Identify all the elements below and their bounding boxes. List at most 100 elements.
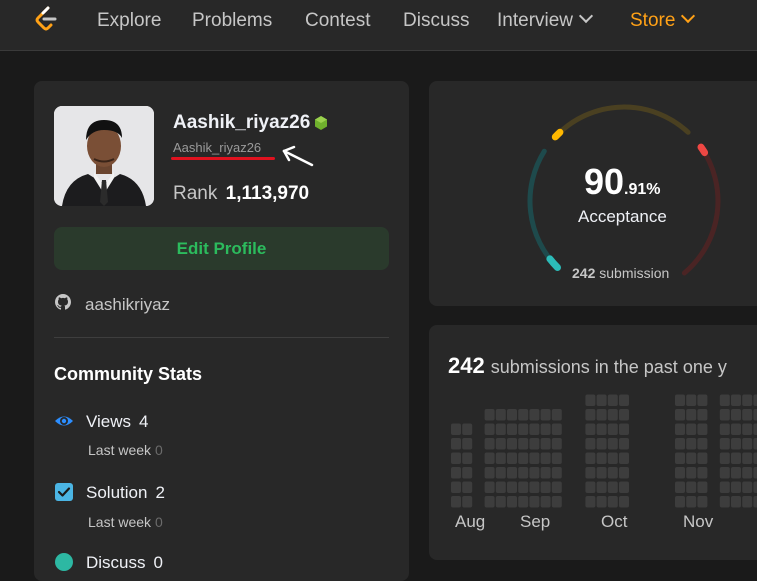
heatmap-cell [495, 481, 506, 493]
heatmap-cell [619, 423, 629, 435]
heatmap-cell [607, 467, 618, 479]
heatmap-cell [585, 467, 596, 479]
heatmap-cell [675, 409, 685, 421]
user-handle: Aashik_riyaz26 [173, 140, 262, 155]
solution-last-week-value: 0 [155, 514, 163, 530]
heatmap-cell [753, 423, 757, 435]
heatmap-cell [697, 467, 708, 479]
heatmap-cell [540, 467, 551, 479]
heatmap-cell [596, 452, 607, 464]
heatmap-cell [697, 438, 708, 450]
nav-store-label: Store [630, 10, 676, 31]
nav-problems[interactable]: Problems [192, 10, 272, 32]
heatmap-cell [686, 394, 697, 406]
gauge-medium-marker [551, 128, 564, 141]
heatmap-cell [551, 467, 562, 479]
heatmap-cell [619, 452, 629, 464]
avatar-photo [54, 106, 154, 206]
heatmap-cell [742, 467, 753, 479]
gauge-hard-marker [697, 143, 709, 157]
heatmap-cell [518, 496, 529, 508]
submission-count-label: submission [599, 265, 670, 281]
heatmap-cell [462, 496, 473, 508]
heatmap-cell [596, 467, 607, 479]
heatmap-cell [585, 438, 596, 450]
heatmap-cell [675, 394, 685, 406]
nav-interview[interactable]: Interview [497, 8, 594, 32]
discuss-stat: Discuss 0 [86, 553, 163, 573]
heatmap-cell [719, 394, 730, 406]
heatmap-cell [697, 423, 708, 435]
heatmap-cell [507, 496, 517, 508]
community-stats-title: Community Stats [54, 364, 203, 384]
heatmap-cell [686, 423, 697, 435]
heatmap-cell [753, 452, 757, 464]
heatmap-cell [607, 409, 618, 421]
heatmap-cell [607, 394, 618, 406]
heatmap-cell [495, 467, 506, 479]
heatmap-cell [719, 423, 730, 435]
heatmap-cell [742, 394, 753, 406]
heatmap-cell [596, 409, 607, 421]
heatmap-cell [529, 438, 540, 450]
acceptance-card: 90.91% Acceptance 242 submission [429, 81, 757, 306]
heatmap-cell [596, 496, 607, 508]
acceptance-label: Acceptance [578, 207, 667, 226]
heatmap-cell [451, 496, 461, 508]
heatmap-cell [495, 423, 506, 435]
red-underline-annotation [171, 157, 275, 160]
submission-count-value: 242 [572, 265, 596, 281]
heatmap-cell [742, 496, 753, 508]
heatmap-cell [495, 409, 506, 421]
heatmap-cell [451, 438, 461, 450]
heatmap-cell [607, 438, 618, 450]
chevron-down-icon [681, 8, 696, 24]
avatar[interactable] [54, 106, 154, 206]
heatmap-cell [585, 452, 596, 464]
checkbox-icon [55, 483, 73, 501]
nav-discuss[interactable]: Discuss [403, 10, 470, 32]
badge-icon[interactable] [313, 115, 329, 131]
leetcode-logo-icon[interactable] [33, 6, 59, 32]
heatmap-cell [518, 481, 529, 493]
heatmap-cell [540, 423, 551, 435]
heatmap-cell [540, 409, 551, 421]
eye-icon [55, 416, 73, 426]
heatmap-cell [731, 423, 741, 435]
heatmap-cell [619, 467, 629, 479]
heatmap-cell [753, 496, 757, 508]
heatmap-cell [742, 423, 753, 435]
nav-contest[interactable]: Contest [305, 10, 370, 32]
views-last-week-label: Last week [88, 442, 152, 458]
solution-value: 2 [155, 483, 165, 502]
nav-store[interactable]: Store [630, 8, 696, 32]
heatmap-cell [451, 423, 461, 435]
heatmap-cell [675, 438, 685, 450]
heatmap-cell [619, 438, 629, 450]
heatmap-cell [697, 452, 708, 464]
top-nav: Explore Problems Contest Discuss Intervi… [0, 0, 757, 51]
views-last-week-value: 0 [155, 442, 163, 458]
heatmap-cell [540, 452, 551, 464]
heatmap-cell [518, 438, 529, 450]
heatmap-cell [585, 409, 596, 421]
heatmap-cell [484, 467, 495, 479]
acceptance-dec: .91% [624, 181, 661, 198]
heatmap-cell [540, 481, 551, 493]
heatmap-cell [596, 481, 607, 493]
solution-stat: Solution 2 [86, 483, 165, 503]
github-icon [55, 294, 71, 310]
heatmap-cell [529, 452, 540, 464]
edit-profile-button[interactable]: Edit Profile [54, 227, 389, 270]
heatmap-cell [619, 409, 629, 421]
divider [54, 337, 389, 338]
month-sep: Sep [520, 512, 551, 531]
heatmap-cell [731, 452, 741, 464]
heatmap-cell [753, 438, 757, 450]
acceptance-percent: 90.91% [584, 161, 661, 203]
nav-explore[interactable]: Explore [97, 10, 161, 32]
heatmap-cell [507, 481, 517, 493]
github-username[interactable]: aashikriyaz [85, 295, 170, 315]
heatmap-cell [619, 394, 629, 406]
heatmap-cell [742, 452, 753, 464]
